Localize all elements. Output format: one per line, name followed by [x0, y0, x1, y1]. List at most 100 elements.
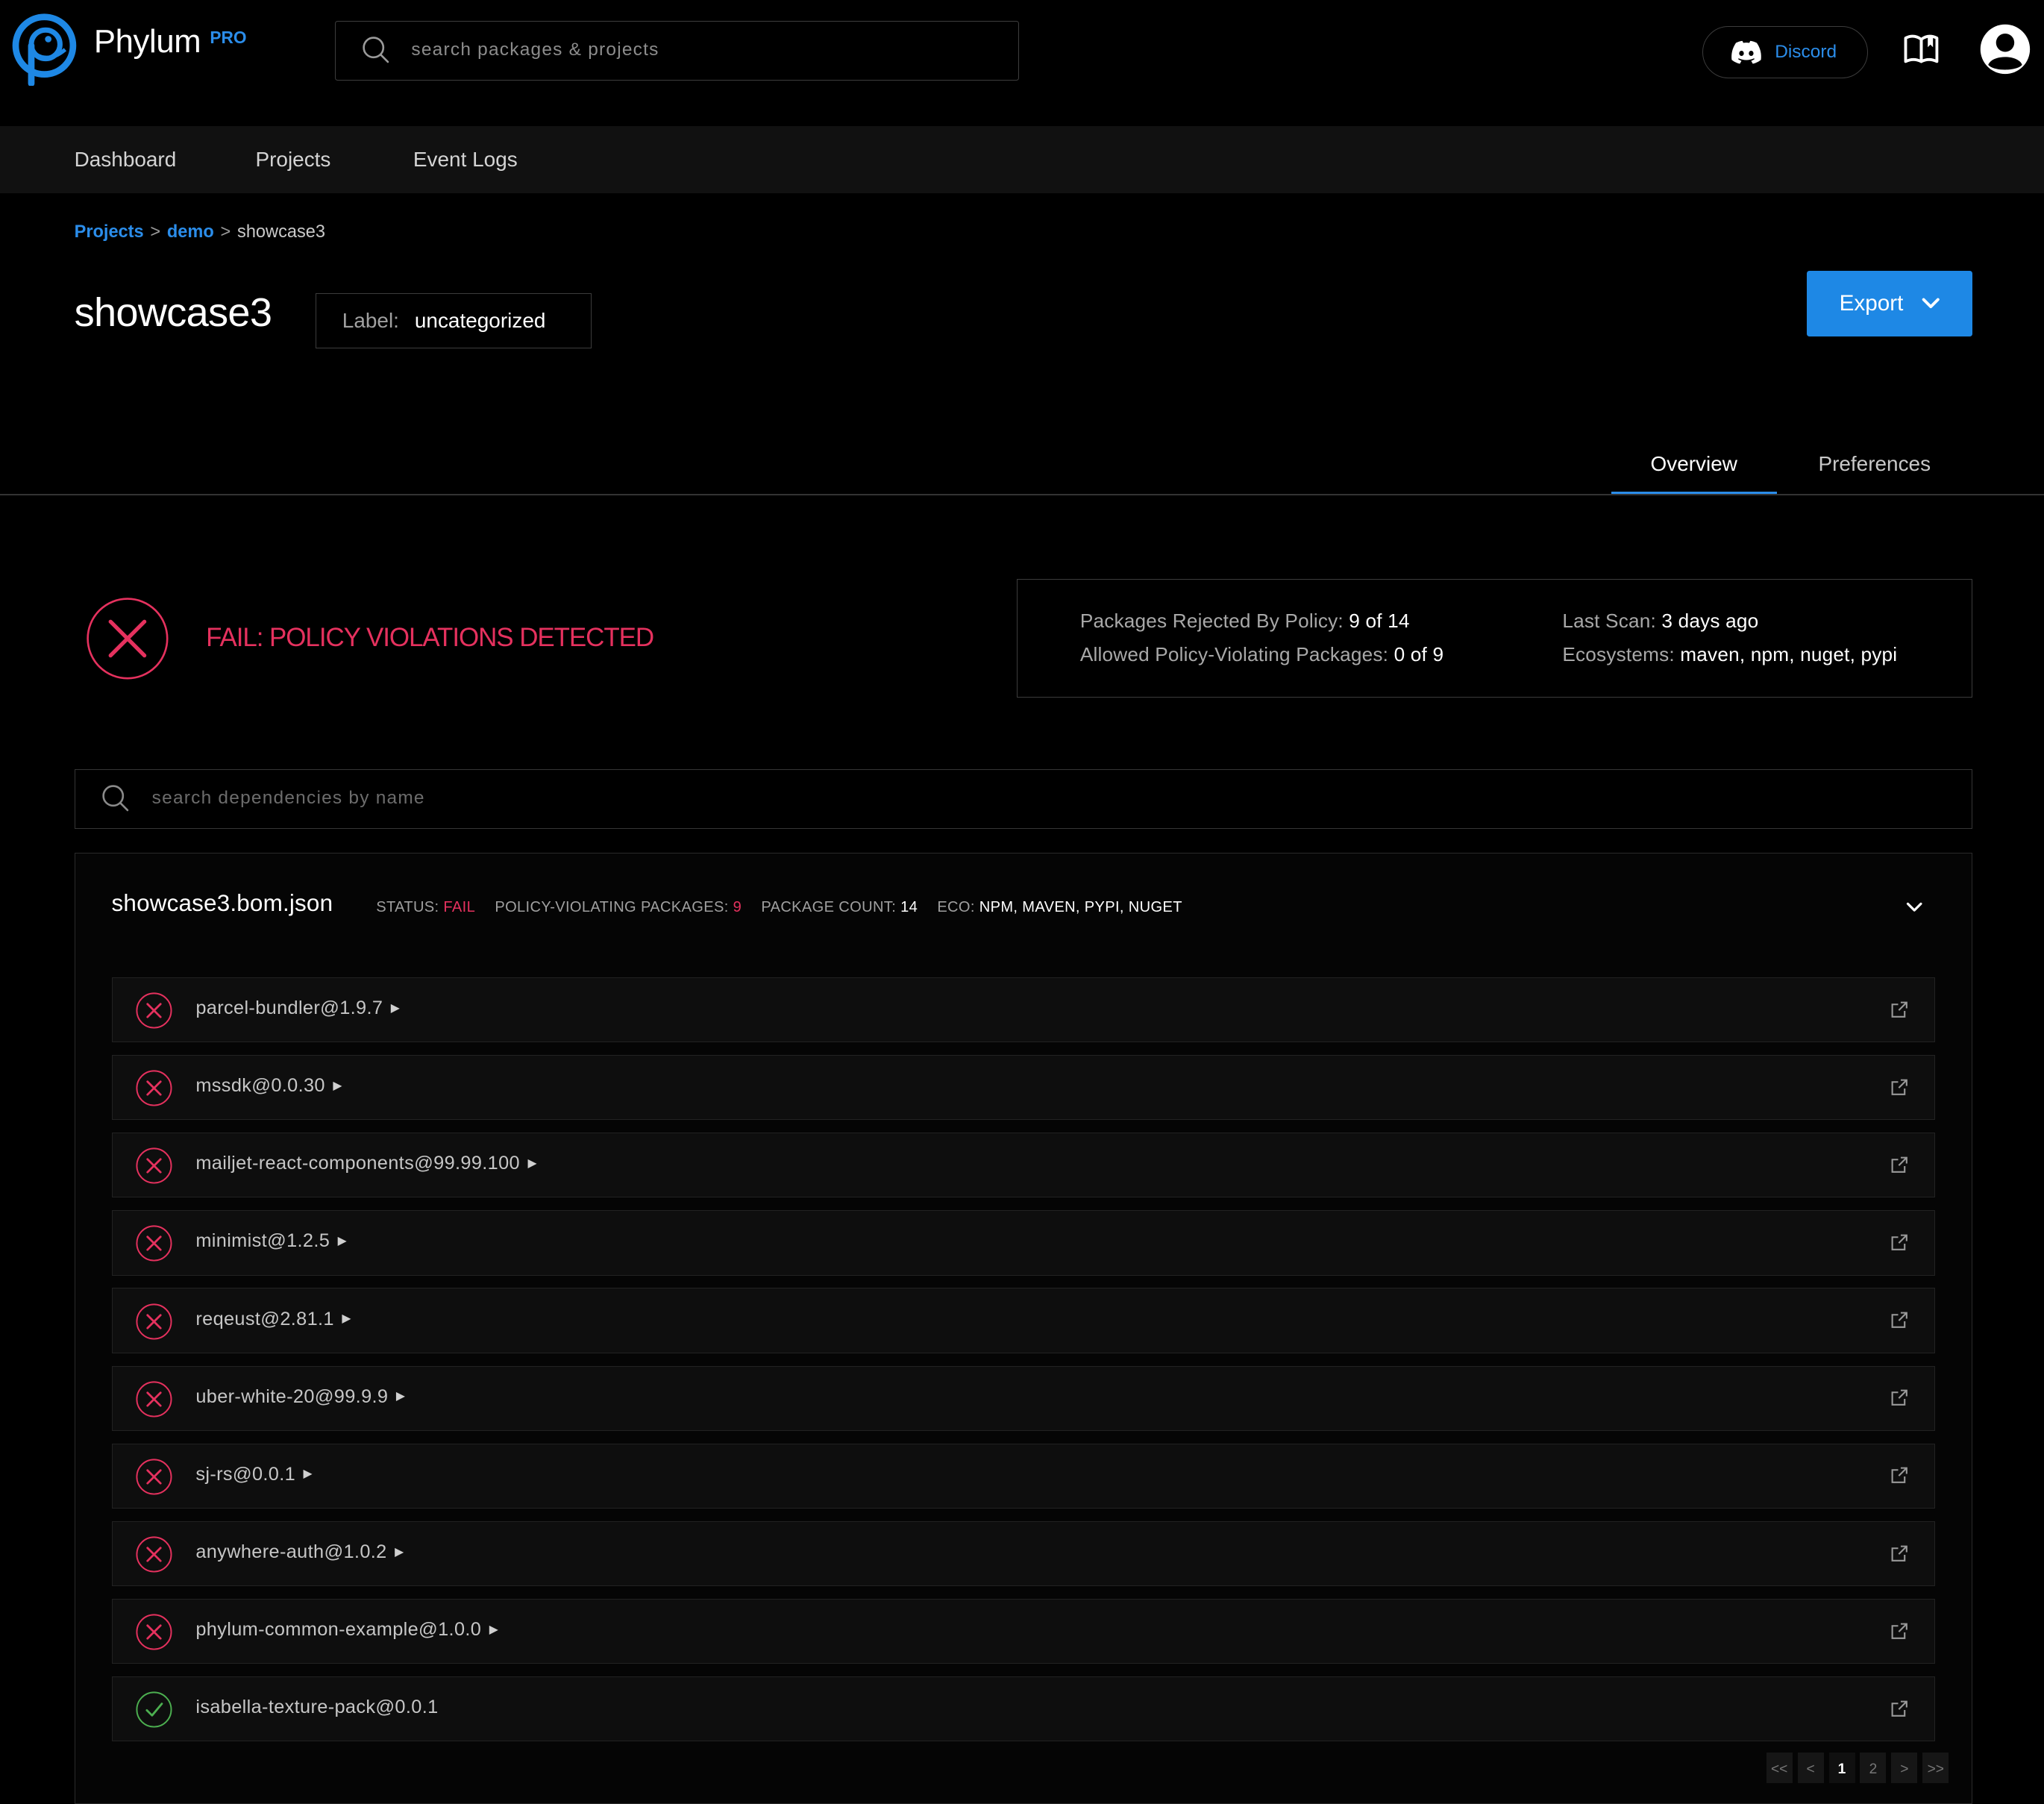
package-name: uber-white-20@99.9.9: [195, 1385, 389, 1407]
external-link-icon[interactable]: [1890, 1388, 1908, 1406]
external-link-icon[interactable]: [1890, 1078, 1908, 1096]
package-row[interactable]: mailjet-react-components@99.99.100 ▶: [111, 1133, 1936, 1198]
check-circle-icon: [136, 1691, 172, 1728]
breadcrumb-separator: >: [220, 222, 231, 242]
expand-triangle-icon[interactable]: ▶: [391, 1000, 400, 1015]
dependency-search-input[interactable]: [149, 783, 1323, 815]
breadcrumb-demo-link[interactable]: demo: [167, 222, 214, 241]
package-name-wrap: reqeust@2.81.1 ▶: [195, 1309, 351, 1330]
discord-icon: [1731, 40, 1762, 64]
external-link-icon[interactable]: [1890, 1544, 1908, 1562]
chevron-down-icon[interactable]: [1905, 901, 1923, 913]
user-avatar-icon[interactable]: [1979, 23, 2031, 75]
page-first-button[interactable]: <<: [1766, 1752, 1793, 1784]
label-value: uncategorized: [414, 308, 546, 332]
dependency-search-bar[interactable]: [74, 768, 1972, 830]
package-name-wrap: sj-rs@0.0.1 ▶: [195, 1464, 313, 1485]
page-last-button[interactable]: >>: [1922, 1752, 1949, 1784]
page-prev-button[interactable]: <: [1797, 1752, 1824, 1784]
breadcrumb-separator: >: [150, 222, 161, 242]
expand-triangle-icon[interactable]: ▶: [342, 1311, 351, 1326]
package-name: anywhere-auth@1.0.2: [195, 1541, 387, 1563]
package-name: sj-rs@0.0.1: [195, 1463, 296, 1485]
expand-triangle-icon[interactable]: ▶: [527, 1156, 536, 1171]
project-title: showcase3: [74, 289, 272, 335]
expand-triangle-icon[interactable]: ▶: [338, 1233, 347, 1248]
brand-name[interactable]: Phylum: [94, 23, 201, 60]
package-name-wrap: anywhere-auth@1.0.2 ▶: [195, 1541, 404, 1563]
expand-triangle-icon[interactable]: ▶: [395, 1544, 404, 1559]
project-label-selector[interactable]: Label: uncategorized: [315, 293, 592, 348]
external-link-icon[interactable]: [1890, 1466, 1908, 1484]
package-row[interactable]: reqeust@2.81.1 ▶: [111, 1288, 1936, 1353]
package-row[interactable]: uber-white-20@99.9.9 ▶: [111, 1365, 1936, 1431]
chevron-down-icon: [1922, 298, 1940, 309]
expand-triangle-icon[interactable]: ▶: [396, 1388, 405, 1403]
top-search-input[interactable]: [408, 34, 982, 66]
top-search-bar[interactable]: [335, 20, 1020, 81]
package-name: reqeust@2.81.1: [195, 1308, 334, 1329]
search-icon: [362, 36, 390, 64]
expand-triangle-icon[interactable]: ▶: [304, 1466, 313, 1481]
breadcrumb-projects-link[interactable]: Projects: [75, 222, 144, 241]
nav-item-event-logs[interactable]: Event Logs: [413, 126, 518, 192]
nav-item-dashboard[interactable]: Dashboard: [75, 126, 177, 192]
last-scan-label: Last Scan:: [1562, 610, 1656, 633]
scan-result-text: FAIL: POLICY VIOLATIONS DETECTED: [206, 623, 654, 653]
documentation-book-icon[interactable]: [1903, 33, 1940, 66]
ecosystems-stat: Ecosystems: maven, npm, nuget, pypi: [1562, 643, 1897, 666]
x-circle-icon: [136, 1225, 172, 1262]
phylum-logo-icon[interactable]: [10, 10, 81, 87]
main-nav: Dashboard Projects Event Logs: [0, 126, 2044, 193]
package-name: mailjet-react-components@99.99.100: [195, 1153, 520, 1174]
discord-label: Discord: [1775, 41, 1837, 62]
scan-summary-box: Packages Rejected By Policy: 9 of 14 All…: [1016, 578, 1972, 698]
x-circle-icon: [136, 1381, 172, 1418]
expand-triangle-icon[interactable]: ▶: [333, 1078, 342, 1093]
breadcrumb-current: showcase3: [237, 222, 325, 242]
package-row[interactable]: anywhere-auth@1.0.2 ▶: [111, 1520, 1936, 1587]
export-button[interactable]: Export: [1806, 271, 1972, 336]
package-name: phylum-common-example@1.0.0: [195, 1619, 482, 1641]
package-name: parcel-bundler@1.9.7: [195, 997, 383, 1018]
page-1-button[interactable]: 1: [1828, 1752, 1855, 1784]
tab-preferences[interactable]: Preferences: [1793, 441, 1957, 495]
ecosystems-label: Ecosystems:: [1562, 643, 1675, 666]
external-link-icon[interactable]: [1890, 1000, 1908, 1018]
rejected-label: Packages Rejected By Policy:: [1079, 610, 1344, 633]
page-2-button[interactable]: 2: [1860, 1752, 1887, 1784]
expand-triangle-icon[interactable]: ▶: [489, 1622, 498, 1637]
external-link-icon[interactable]: [1890, 1233, 1908, 1251]
page-next-button[interactable]: >: [1891, 1752, 1918, 1784]
package-row[interactable]: phylum-common-example@1.0.0 ▶: [111, 1598, 1936, 1664]
external-link-icon[interactable]: [1890, 1700, 1908, 1717]
x-circle-icon: [136, 1536, 172, 1573]
package-row[interactable]: sj-rs@0.0.1 ▶: [111, 1443, 1936, 1509]
violating-value: 9: [733, 898, 742, 915]
tab-divider: [0, 494, 2044, 495]
package-row[interactable]: isabella-texture-pack@0.0.1: [111, 1676, 1936, 1742]
package-name: mssdk@0.0.30: [195, 1075, 325, 1097]
external-link-icon[interactable]: [1890, 1622, 1908, 1640]
file-meta: STATUS: FAIL POLICY-VIOLATING PACKAGES: 9…: [376, 899, 1182, 916]
brand-tier-badge: PRO: [210, 27, 247, 47]
package-row[interactable]: mssdk@0.0.30 ▶: [111, 1054, 1936, 1121]
x-circle-icon: [136, 1459, 172, 1495]
discord-button[interactable]: Discord: [1702, 25, 1868, 78]
package-name-wrap: uber-white-20@99.9.9 ▶: [195, 1386, 405, 1408]
package-name-wrap: parcel-bundler@1.9.7 ▶: [195, 997, 400, 1019]
package-row[interactable]: parcel-bundler@1.9.7 ▶: [111, 977, 1936, 1043]
package-name-wrap: mailjet-react-components@99.99.100 ▶: [195, 1153, 537, 1174]
dependency-file-panel: showcase3.bom.json STATUS: FAIL POLICY-VI…: [74, 852, 1972, 1804]
nav-item-projects[interactable]: Projects: [255, 126, 330, 192]
file-status-label: STATUS:: [376, 898, 439, 915]
last-scan-value: 3 days ago: [1661, 610, 1759, 633]
x-circle-icon: [136, 1070, 172, 1106]
package-row[interactable]: minimist@1.2.5 ▶: [111, 1210, 1936, 1276]
x-circle-icon: [136, 1303, 172, 1340]
external-link-icon[interactable]: [1890, 1156, 1908, 1174]
count-value: 14: [900, 898, 918, 915]
external-link-icon[interactable]: [1890, 1311, 1908, 1329]
tab-overview[interactable]: Overview: [1611, 441, 1777, 495]
pagination: << < 1 2 > >>: [1766, 1752, 1954, 1784]
